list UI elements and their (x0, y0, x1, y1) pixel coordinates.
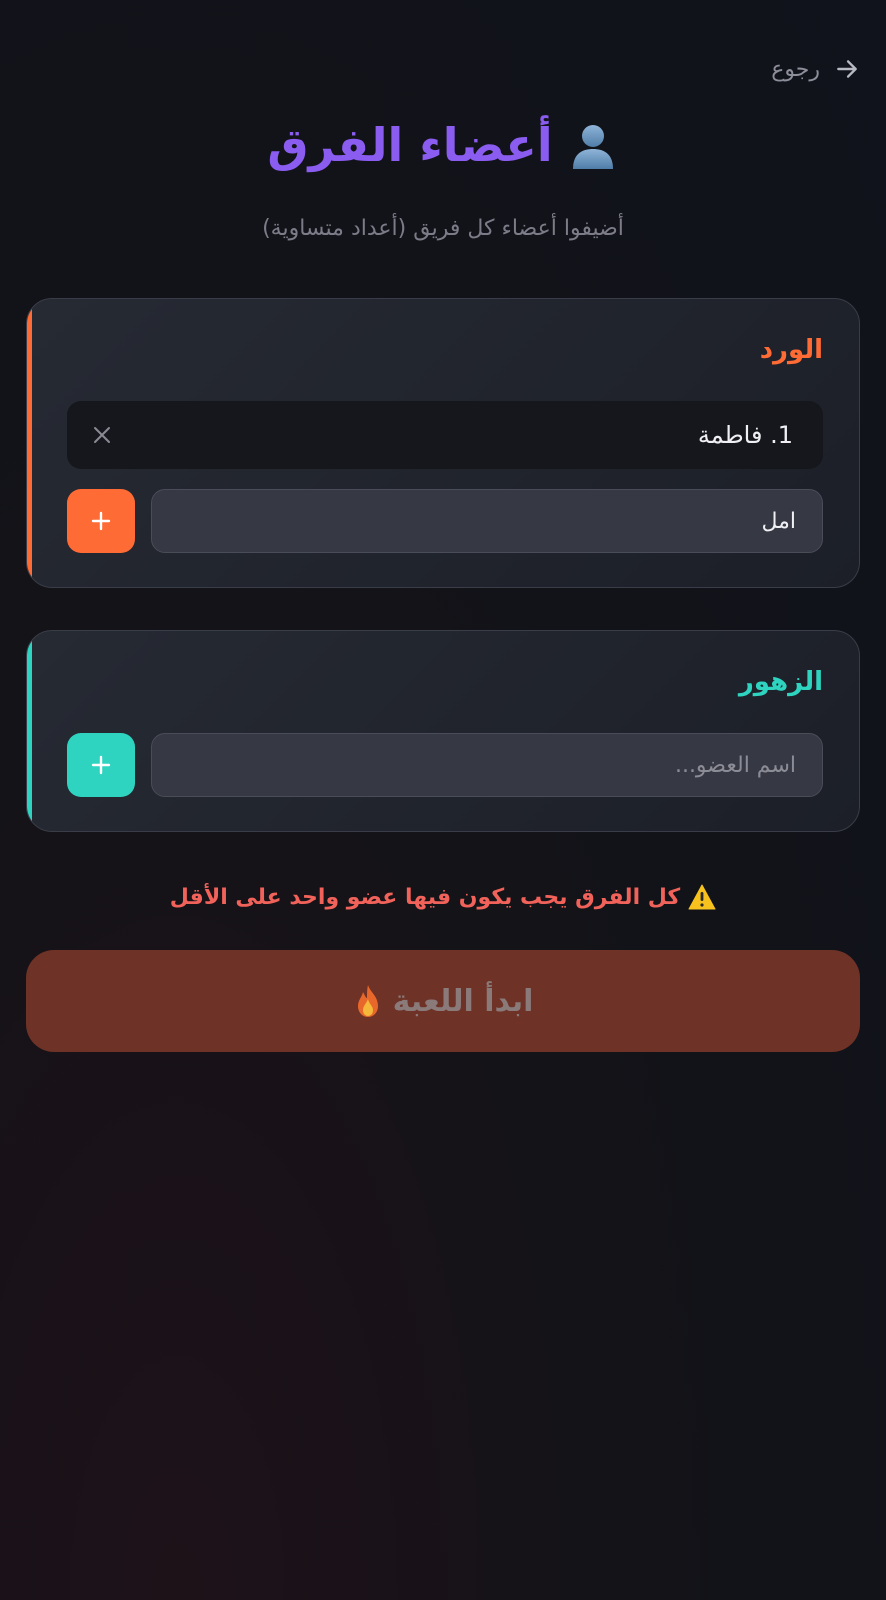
member-row: 1. فاطمة (67, 401, 823, 469)
back-button[interactable]: رجوع (771, 56, 860, 82)
member-name: 1. فاطمة (697, 421, 793, 449)
team-name: الورد (759, 335, 823, 365)
add-member-row (67, 733, 823, 797)
person-icon (572, 125, 613, 169)
plus-icon (91, 511, 111, 531)
add-member-button[interactable] (67, 733, 135, 797)
add-member-row (67, 489, 823, 553)
start-game-button[interactable]: ابدأ اللعبة (26, 950, 860, 1052)
team-card-2: الزهور (26, 630, 860, 832)
member-name-input[interactable] (151, 489, 823, 553)
validation-warning: كل الفرق يجب يكون فيها عضو واحد على الأق… (0, 884, 886, 910)
warning-text: كل الفرق يجب يكون فيها عضو واحد على الأق… (169, 884, 681, 910)
team-name: الزهور (738, 667, 823, 697)
back-label: رجوع (771, 56, 820, 82)
close-icon[interactable] (93, 426, 111, 444)
fire-icon (357, 985, 378, 1017)
page-title-text: أعضاء الفرق (267, 118, 553, 172)
member-name-input[interactable] (151, 733, 823, 797)
add-member-button[interactable] (67, 489, 135, 553)
team-card-1: الورد 1. فاطمة (26, 298, 860, 588)
page-subtitle: أضيفوا أعضاء كل فريق (أعداد متساوية) (262, 216, 624, 241)
page-title: أعضاء الفرق (0, 118, 886, 172)
team-members-screen: رجوع أعضاء الفرق أضيفوا أعضاء كل فريق (أ… (0, 0, 886, 1600)
warning-icon (688, 884, 716, 910)
plus-icon (91, 755, 111, 775)
start-game-label: ابدأ اللعبة (392, 983, 534, 1019)
arrow-right-icon (837, 60, 857, 78)
